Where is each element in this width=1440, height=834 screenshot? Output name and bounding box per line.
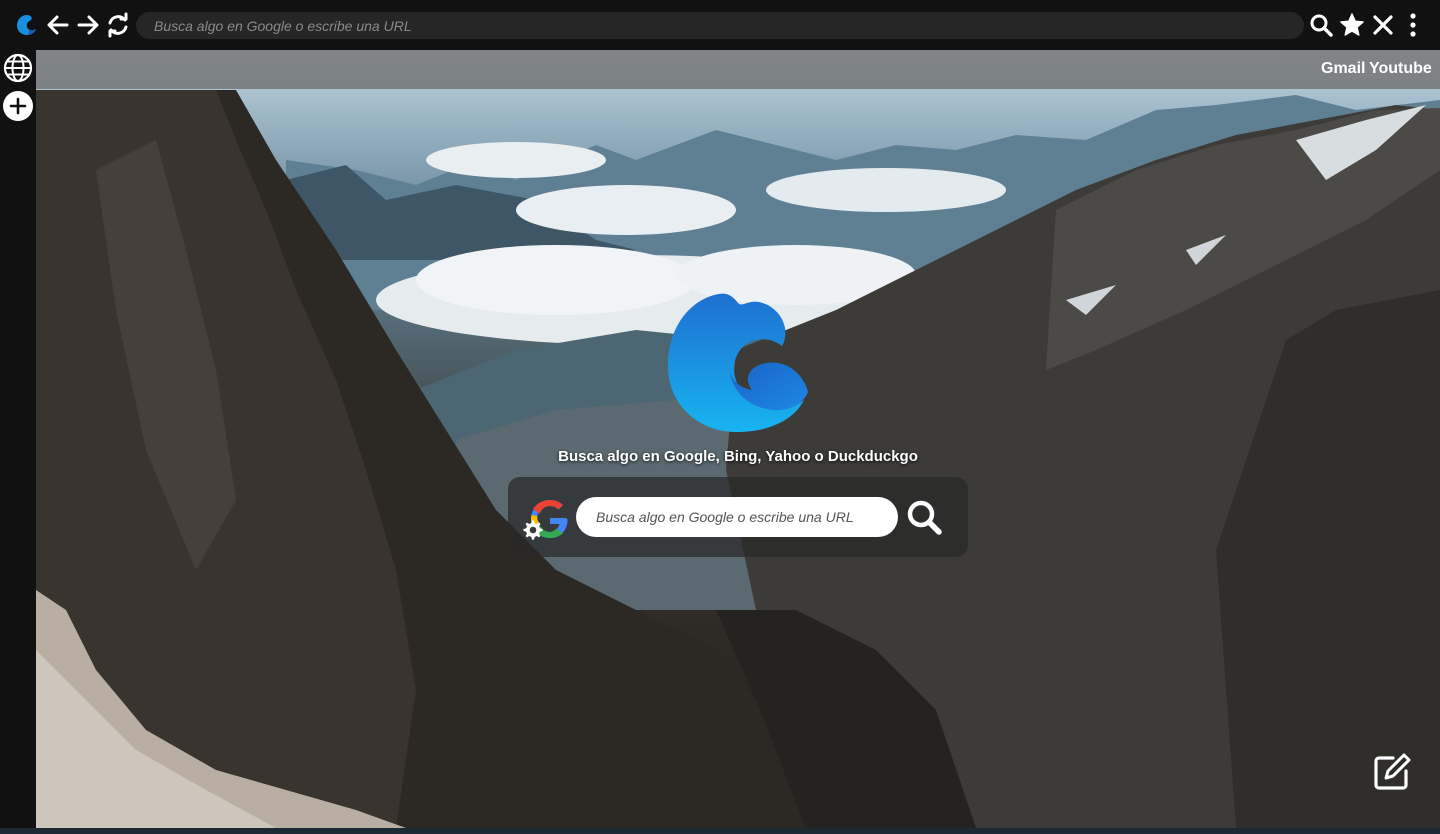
search-input[interactable] [576, 497, 898, 537]
globe-icon[interactable] [2, 52, 34, 84]
search-panel [508, 477, 968, 557]
shortcut-gmail-link[interactable]: Gmail [1321, 60, 1365, 78]
browser-logo-icon[interactable] [12, 10, 42, 40]
close-icon[interactable] [1368, 10, 1398, 40]
magnifier-icon [907, 500, 942, 535]
shortcut-youtube-link[interactable]: Youtube [1369, 60, 1432, 78]
url-bar[interactable] [136, 12, 1304, 39]
browser-logo-large [664, 288, 814, 436]
search-icon[interactable] [1306, 10, 1336, 40]
edit-pencil-icon[interactable] [1370, 750, 1414, 794]
back-arrow-icon[interactable] [43, 10, 73, 40]
mountain-background-image [36, 90, 1440, 828]
shortcuts-bar: Gmail Youtube [36, 50, 1440, 89]
add-tab-icon[interactable] [2, 90, 34, 122]
search-tagline: Busca algo en Google, Bing, Yahoo o Duck… [558, 448, 918, 465]
side-panel [0, 50, 36, 834]
forward-arrow-icon[interactable] [73, 10, 103, 40]
more-menu-icon[interactable] [1398, 10, 1428, 40]
browser-toolbar [0, 0, 1440, 50]
reload-icon[interactable] [103, 10, 133, 40]
new-tab-page: Gmail Youtube Busca algo en Google, Bing… [36, 50, 1440, 828]
status-strip [0, 828, 1440, 834]
search-engine-selector[interactable] [523, 497, 572, 541]
bookmark-star-icon[interactable] [1337, 10, 1367, 40]
search-submit-button[interactable] [902, 495, 946, 539]
gear-icon[interactable] [522, 519, 544, 541]
